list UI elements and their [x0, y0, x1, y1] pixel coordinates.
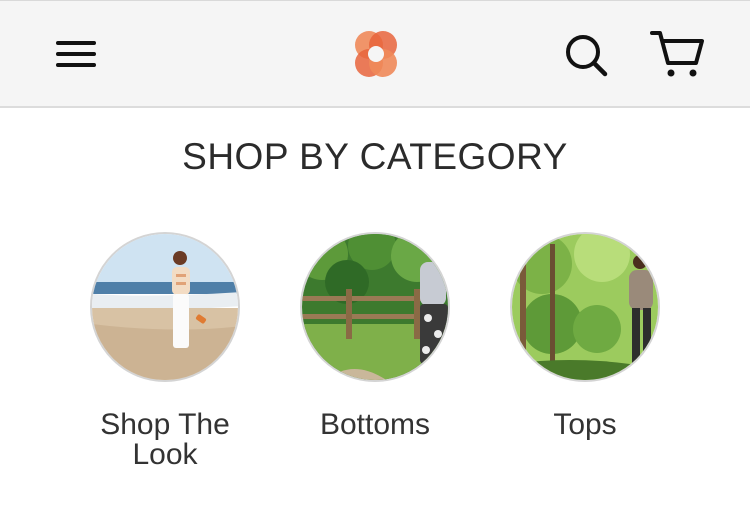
search-icon — [566, 35, 608, 77]
category-image[interactable] — [90, 232, 240, 382]
section-title: SHOP BY CATEGORY — [182, 136, 568, 177]
menu-bar — [56, 52, 96, 56]
shopping-cart-icon — [650, 31, 704, 77]
category-shop-the-look[interactable]: Shop The Look — [80, 232, 250, 470]
hamburger-menu-button[interactable] — [52, 31, 100, 77]
category-label[interactable]: Tops — [500, 410, 670, 440]
category-tops[interactable]: Tops — [500, 232, 670, 440]
search-button[interactable] — [562, 31, 610, 79]
shopping-cart-button[interactable] — [648, 27, 706, 81]
menu-bar — [56, 63, 96, 67]
menu-bar — [56, 41, 96, 45]
category-label[interactable]: Bottoms — [290, 410, 460, 440]
category-bottoms[interactable]: Bottoms — [290, 232, 460, 440]
top-header — [0, 0, 750, 108]
category-label[interactable]: Shop The Look — [80, 410, 250, 470]
category-image[interactable] — [300, 232, 450, 382]
category-image[interactable] — [510, 232, 660, 382]
flower-logo-icon[interactable] — [349, 27, 403, 81]
